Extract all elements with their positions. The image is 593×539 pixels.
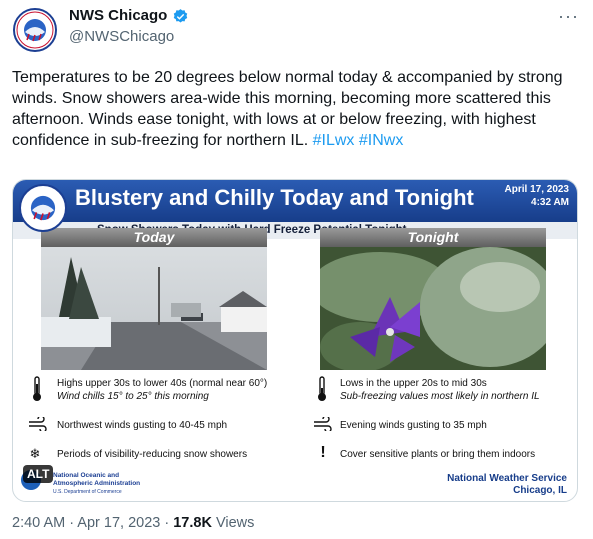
views-label: Views — [211, 515, 255, 531]
hashtag-link[interactable]: #INwx — [359, 132, 403, 149]
nws-office-label: National Weather Service Chicago, IL — [447, 473, 567, 497]
today-heading: Today — [41, 228, 267, 247]
tonight-photo — [320, 247, 546, 370]
avatar[interactable] — [13, 8, 57, 52]
noaa-line-1: National Oceanic and — [53, 472, 120, 479]
author-handle[interactable]: @NWSChicago — [69, 28, 174, 45]
nws-office-line-2: Chicago, IL — [513, 485, 567, 496]
nws-logo-icon — [16, 11, 54, 49]
noaa-line-3: U.S. Department of Commerce — [53, 489, 122, 495]
noaa-line-2: Atmospheric Administration — [53, 480, 141, 487]
today-wind: Northwest winds gusting to 40-45 mph — [57, 420, 228, 431]
nws-office-line-1: National Weather Service — [447, 473, 567, 484]
tweet: NWS Chicago @NWSChicago ··· Temperatures… — [0, 0, 593, 539]
today-temps: Highs upper 30s to lower 40s (normal nea… — [57, 377, 267, 403]
tweet-text: Temperatures to be 20 degrees below norm… — [12, 67, 578, 151]
tonight-wind: Evening winds gusting to 35 mph — [340, 420, 487, 431]
exclamation-icon: ! — [320, 444, 326, 461]
tweet-media-image[interactable]: Blustery and Chilly Today and Tonight Ap… — [12, 179, 578, 502]
graphic-title: Blustery and Chilly Today and Tonight — [75, 185, 474, 210]
graphic-date: April 17, 2023 — [504, 184, 569, 195]
more-icon[interactable]: ··· — [558, 6, 579, 27]
wind-icon — [28, 415, 47, 434]
today-snow: Periods of visibility-reducing snow show… — [57, 449, 248, 460]
wind-icon — [313, 415, 332, 434]
noaa-label: National Oceanic and Atmospheric Adminis… — [53, 472, 140, 496]
graphic-time: 4:32 AM — [531, 197, 569, 208]
tweet-meta: 2:40 AM · Apr 17, 2023 · 17.8K Views — [12, 515, 254, 531]
author-name[interactable]: NWS Chicago — [69, 7, 167, 24]
thermometer-icon — [315, 376, 329, 405]
nws-logo-icon — [19, 184, 67, 232]
tweet-body: Temperatures to be 20 degrees below norm… — [12, 69, 563, 149]
alt-badge[interactable]: ALT — [23, 465, 54, 483]
tonight-temps: Lows in the upper 20s to mid 30s Sub-fre… — [340, 377, 540, 403]
tonight-sub-freezing: Sub-freezing values most likely in north… — [340, 391, 540, 402]
tonight-action: Cover sensitive plants or bring them ind… — [340, 449, 536, 460]
graphic-timestamp: April 17, 2023 4:32 AM — [505, 183, 569, 209]
today-temp-line: Highs upper 30s to lower 40s (normal nea… — [57, 378, 268, 389]
thermometer-icon — [30, 376, 44, 405]
hashtag-link[interactable]: #ILwx — [313, 132, 355, 149]
tonight-heading: Tonight — [320, 228, 546, 247]
tonight-temp-line: Lows in the upper 20s to mid 30s — [340, 378, 487, 389]
view-count[interactable]: 17.8K — [173, 515, 212, 531]
today-wind-chill: Wind chills 15° to 25° this morning — [57, 391, 209, 402]
tweet-timestamp[interactable]: 2:40 AM · Apr 17, 2023 · — [12, 515, 173, 531]
verified-badge-icon — [173, 9, 188, 23]
today-photo — [41, 247, 267, 370]
snowflake-icon: ❄ — [29, 446, 41, 461]
